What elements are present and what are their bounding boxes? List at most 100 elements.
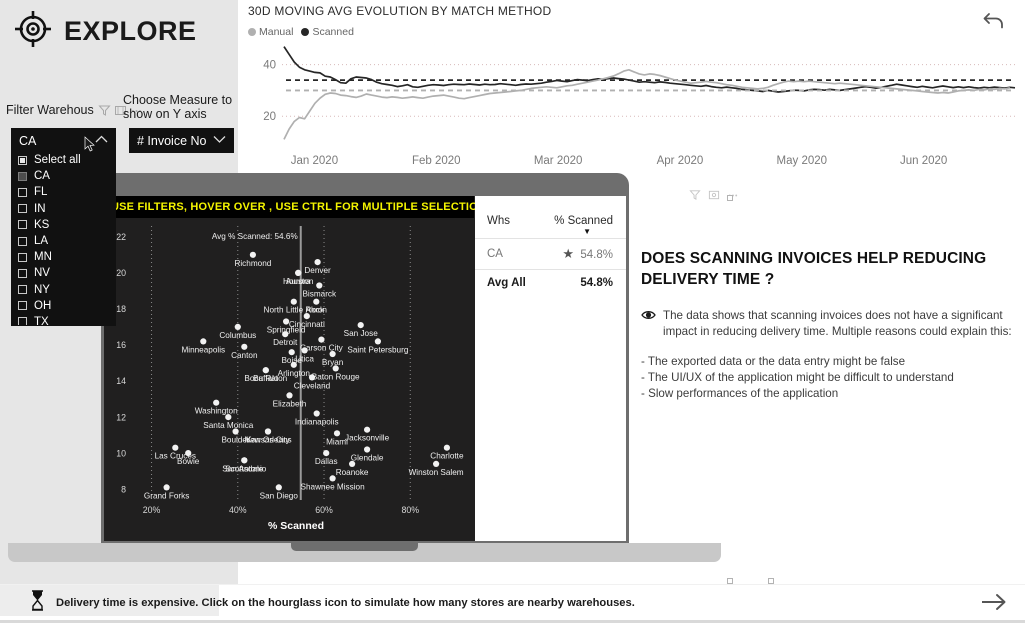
insight-bullet: - The UI/UX of the application might be … bbox=[641, 371, 954, 384]
eye-icon bbox=[641, 308, 656, 340]
undo-arrow-icon bbox=[981, 8, 1007, 39]
measure-select-value: # Invoice No bbox=[137, 133, 207, 148]
scatter-point bbox=[316, 282, 323, 289]
filter-icon[interactable] bbox=[98, 104, 111, 117]
checkbox-nv[interactable] bbox=[18, 268, 27, 278]
checkbox-ca[interactable] bbox=[18, 171, 27, 181]
footer-bar: Delivery time is expensive. Click on the… bbox=[0, 584, 1025, 623]
checkbox-mn[interactable] bbox=[18, 252, 27, 262]
star-icon: ★ bbox=[562, 246, 574, 261]
x-axis-tick: 20% bbox=[143, 505, 161, 515]
checkbox-in[interactable] bbox=[18, 204, 27, 214]
checkbox-ks[interactable] bbox=[18, 220, 27, 230]
laptop-screen-content: USE FILTERS, HOVER OVER , USE CTRL FOR M… bbox=[104, 196, 626, 541]
scatter-point-label: Winston Salem bbox=[409, 468, 464, 477]
scatter-point-label: Shawnee Mission bbox=[301, 482, 366, 491]
scatter-point bbox=[333, 430, 341, 437]
dropdown-item-fl[interactable]: FL bbox=[12, 184, 115, 200]
scatter-point bbox=[234, 323, 241, 330]
y-axis-tick: 16 bbox=[116, 340, 126, 350]
line-chart-visual[interactable]: 30D MOVING AVG EVOLUTION BY MATCH METHOD… bbox=[243, 0, 1025, 172]
svg-text:20: 20 bbox=[263, 111, 276, 123]
dropdown-item-la[interactable]: LA bbox=[12, 233, 115, 249]
scatter-point-label: Akron bbox=[306, 306, 328, 315]
scatter-point bbox=[303, 313, 310, 320]
scatter-point-label: Kansas City bbox=[246, 436, 291, 445]
y-axis-tick: 12 bbox=[116, 412, 126, 422]
legend-item-manual[interactable]: Manual bbox=[248, 26, 293, 38]
dropdown-item-ny[interactable]: NY bbox=[12, 282, 115, 298]
legend-item-scanned[interactable]: Scanned bbox=[301, 26, 354, 38]
scatter-point bbox=[262, 367, 269, 374]
scatter-point-label: Canton bbox=[231, 351, 258, 360]
dropdown-item-ks[interactable]: KS bbox=[12, 217, 115, 233]
scatter-point-label: Bryan bbox=[322, 358, 344, 367]
checkbox-ny[interactable] bbox=[18, 285, 27, 295]
dropdown-item-nv[interactable]: NV bbox=[12, 265, 115, 281]
dropdown-item-select-all[interactable]: Select all bbox=[12, 152, 115, 168]
svg-text:Feb 2020: Feb 2020 bbox=[412, 155, 461, 167]
scatter-point-label: Jacksonville bbox=[345, 434, 390, 443]
undo-button[interactable] bbox=[977, 6, 1011, 40]
y-axis-tick: 20 bbox=[116, 268, 126, 278]
svg-text:Jun 2020: Jun 2020 bbox=[900, 155, 947, 167]
measure-select[interactable]: # Invoice No bbox=[129, 128, 234, 153]
target-crosshair-icon bbox=[12, 8, 54, 55]
next-page-button[interactable] bbox=[977, 589, 1011, 619]
dropdown-item-label: KS bbox=[34, 218, 50, 231]
scatter-point bbox=[295, 269, 302, 276]
checkbox-la[interactable] bbox=[18, 236, 27, 246]
footer-message-row: Delivery time is expensive. Click on the… bbox=[30, 590, 635, 616]
scatter-point-label: Aurora bbox=[286, 277, 311, 286]
scatter-point-label: Cincinnati bbox=[289, 320, 325, 329]
scatter-point bbox=[290, 361, 297, 368]
warehouse-dropdown-list[interactable]: Select all CA FL IN KS LA MN NV NY OH TX bbox=[11, 151, 116, 326]
column-header-scanned[interactable]: % Scanned ▼ bbox=[538, 209, 626, 239]
scatter-point bbox=[314, 259, 321, 266]
scatter-chart-visual[interactable]: USE FILTERS, HOVER OVER , USE CTRL FOR M… bbox=[104, 196, 486, 541]
checkbox-oh[interactable] bbox=[18, 301, 27, 311]
selection-handle[interactable] bbox=[727, 195, 733, 201]
checkbox-tx[interactable] bbox=[18, 317, 27, 325]
scatter-point bbox=[301, 347, 308, 354]
scatter-point bbox=[241, 343, 248, 350]
report-page: EXPLORE Filter Warehous Choose Measure t… bbox=[0, 0, 1025, 623]
scatter-point bbox=[288, 349, 295, 356]
x-axis-tick: 80% bbox=[401, 505, 419, 515]
filter-icon[interactable] bbox=[689, 188, 701, 206]
checkbox-fl[interactable] bbox=[18, 187, 27, 197]
focus-mode-icon[interactable] bbox=[708, 188, 720, 206]
dropdown-item-label: NY bbox=[34, 283, 50, 296]
scatter-point bbox=[349, 460, 356, 467]
line-chart-legend: Manual Scanned bbox=[248, 26, 354, 38]
dropdown-item-in[interactable]: IN bbox=[12, 201, 115, 217]
dropdown-item-mn[interactable]: MN bbox=[12, 249, 115, 265]
checkbox-select-all[interactable] bbox=[18, 155, 27, 165]
dropdown-item-ca[interactable]: CA bbox=[12, 168, 115, 184]
scatter-point-label: Minneapolis bbox=[181, 345, 225, 354]
column-header-whs[interactable]: Whs bbox=[475, 209, 538, 239]
scatter-point bbox=[374, 338, 381, 345]
scatter-point bbox=[329, 350, 336, 358]
insight-block: DOES SCANNING INVOICES HELP REDUCING DEL… bbox=[641, 248, 1017, 402]
warehouse-select[interactable]: CA bbox=[11, 128, 116, 153]
hourglass-icon[interactable] bbox=[30, 590, 45, 616]
line-chart-plot: 20 40 Jan 2020 Feb 2020 Mar 2020 Apr 2020 May … bbox=[263, 46, 1016, 167]
scatter-point bbox=[225, 414, 232, 421]
svg-text:May 2020: May 2020 bbox=[777, 155, 828, 167]
x-axis-title: % Scanned bbox=[268, 520, 324, 532]
scatter-point bbox=[364, 446, 371, 453]
dropdown-item-label: NV bbox=[34, 267, 50, 280]
dropdown-item-tx[interactable]: TX bbox=[12, 314, 115, 325]
summary-table-visual[interactable]: Whs % Scanned ▼ CA ★ 54.8% Avg All 54.8% bbox=[475, 196, 626, 541]
scatter-point-label: Indianapolis bbox=[295, 418, 339, 427]
dropdown-item-oh[interactable]: OH bbox=[12, 298, 115, 314]
table-row[interactable]: CA ★ 54.8% bbox=[475, 238, 626, 270]
scatter-point-label: Glendale bbox=[351, 454, 384, 463]
insight-paragraph: The data shows that scanning invoices do… bbox=[663, 309, 1012, 338]
sort-descending-caret-icon[interactable]: ▼ bbox=[550, 227, 613, 236]
app-title: EXPLORE bbox=[64, 16, 197, 46]
column-header-scanned-label: % Scanned bbox=[554, 215, 613, 227]
insight-body: The data shows that scanning invoices do… bbox=[641, 308, 1017, 402]
scatter-point-label: San Diego bbox=[260, 491, 299, 500]
